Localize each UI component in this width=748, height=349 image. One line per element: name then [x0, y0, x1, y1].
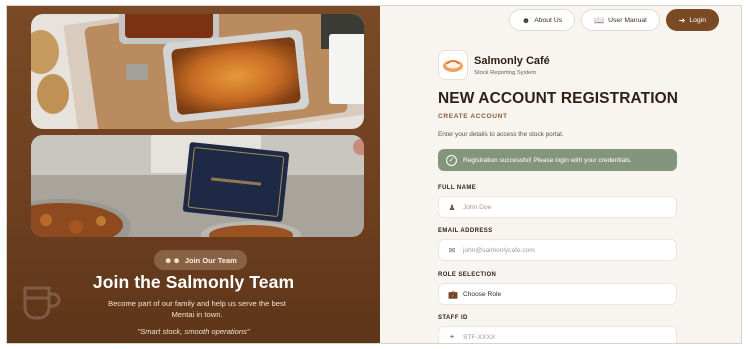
brand-subtitle: Stock Reporting System — [474, 69, 537, 76]
app-window: ☻☻ Join Our Team Join the Salmonly Team … — [6, 5, 742, 344]
top-navigation: ☻ About Us 📖 User Manual ➜ Login — [508, 9, 719, 31]
registration-panel: ☻ About Us 📖 User Manual ➜ Login Salmonl… — [380, 6, 741, 343]
section-heading: CREATE ACCOUNT — [438, 113, 508, 120]
staff-id-placeholder: STF-XXXX — [463, 333, 496, 341]
mail-icon: ✉ — [448, 245, 456, 255]
badge-label: Join Our Team — [184, 255, 237, 265]
promo-title: Join the Salmonly Team — [92, 272, 295, 292]
page-title: NEW ACCOUNT REGISTRATION — [438, 90, 679, 107]
brand-header: Salmonly Café Stock Reporting System — [438, 50, 550, 80]
form-instructions: Enter your details to access the stock p… — [438, 131, 564, 138]
cafe-logo — [438, 50, 468, 80]
id-icon: ⌖ — [449, 332, 455, 341]
email-placeholder: john@salmonlycafe.com — [463, 246, 535, 254]
promo-panel: ☻☻ Join Our Team Join the Salmonly Team … — [7, 6, 380, 343]
full-name-field[interactable]: ♟ John Doe — [438, 196, 677, 218]
about-us-label: About Us — [534, 16, 563, 24]
about-us-button[interactable]: ☻ About Us — [508, 9, 576, 31]
email-label: EMAIL ADDRESS — [438, 228, 493, 234]
login-icon: ➜ — [678, 15, 686, 25]
staff-id-label: STAFF ID — [438, 315, 468, 321]
staff-id-field[interactable]: ⌖ STF-XXXX — [438, 326, 677, 343]
user-icon: ♟ — [448, 202, 456, 212]
user-manual-button[interactable]: 📖 User Manual — [581, 9, 660, 31]
food-photo-bottom — [31, 135, 364, 237]
alert-message: Registration successful! Please login wi… — [463, 156, 632, 164]
full-name-label: FULL NAME — [438, 185, 477, 191]
group-icon: ☻☻ — [164, 255, 181, 265]
briefcase-icon: 💼 — [448, 289, 458, 299]
role-select[interactable]: 💼 Choose Role — [438, 283, 677, 305]
email-field[interactable]: ✉ john@salmonlycafe.com — [438, 239, 677, 261]
promo-quote: "Smart stock, smooth operations" — [137, 327, 250, 336]
brand-name: Salmonly Café — [474, 54, 550, 67]
role-label: ROLE SELECTION — [438, 272, 497, 278]
book-icon: 📖 — [594, 15, 605, 25]
user-manual-label: User Manual — [608, 16, 647, 24]
check-circle-icon: ✓ — [446, 154, 457, 166]
join-team-badge: ☻☻ Join Our Team — [154, 250, 247, 270]
login-label: Login — [689, 16, 706, 24]
login-button[interactable]: ➜ Login — [665, 9, 719, 31]
full-name-placeholder: John Doe — [463, 203, 492, 211]
success-alert: ✓ Registration successful! Please login … — [438, 149, 677, 171]
role-selected-value: Choose Role — [463, 290, 502, 298]
coffee-cup-icon — [23, 286, 61, 320]
promo-subtitle: Become part of our family and help us se… — [108, 299, 286, 319]
food-photo-top — [31, 14, 364, 129]
group-icon: ☻ — [521, 15, 531, 25]
